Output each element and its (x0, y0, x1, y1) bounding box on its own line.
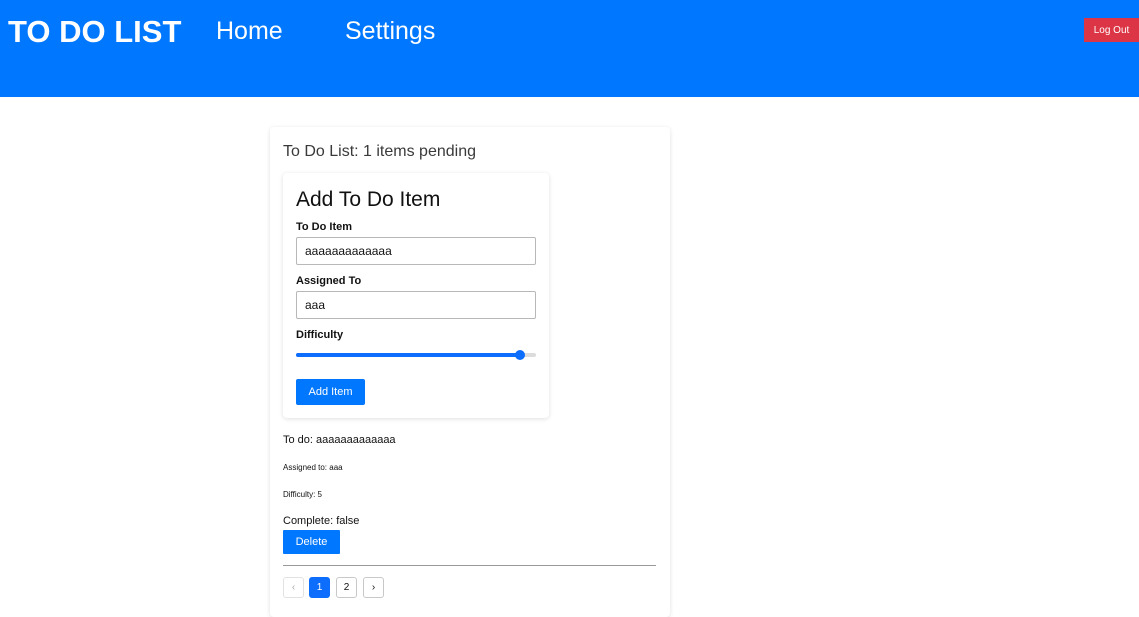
todo-item-input[interactable] (296, 237, 536, 265)
item-todo-text: To do: aaaaaaaaaaaaa (283, 434, 396, 446)
slider-thumb[interactable] (515, 350, 525, 360)
item-difficulty-text: Difficulty: 5 (283, 490, 322, 499)
add-item-form: Add To Do Item To Do Item Assigned To Di… (283, 173, 549, 418)
delete-button[interactable]: Delete (283, 530, 340, 554)
add-item-button[interactable]: Add Item (296, 379, 365, 405)
assigned-to-label: Assigned To (296, 275, 362, 287)
difficulty-label: Difficulty (296, 329, 344, 341)
logout-button[interactable]: Log Out (1084, 18, 1139, 42)
list-title: To Do List: 1 items pending (283, 143, 476, 160)
pagination-prev-icon[interactable]: ‹ (283, 577, 304, 598)
item-assigned-text: Assigned to: aaa (283, 463, 343, 472)
form-title: Add To Do Item (296, 188, 441, 211)
app-header: TO DO LIST Home Settings Log Out (0, 0, 1139, 97)
divider (283, 565, 656, 566)
item-complete-text: Complete: false (283, 515, 360, 527)
todo-item-label: To Do Item (296, 221, 353, 233)
nav-settings-link[interactable]: Settings (345, 17, 435, 46)
slider-fill (296, 353, 520, 357)
pagination-next-icon[interactable]: › (363, 577, 384, 598)
assigned-to-input[interactable] (296, 291, 536, 319)
difficulty-slider[interactable] (296, 349, 536, 361)
brand-title: TO DO LIST (8, 14, 182, 49)
nav-home-link[interactable]: Home (216, 17, 283, 46)
pagination-page-2[interactable]: 2 (336, 577, 357, 598)
todo-list-card: To Do List: 1 items pending Add To Do It… (270, 127, 670, 617)
pagination-page-1[interactable]: 1 (309, 577, 330, 598)
